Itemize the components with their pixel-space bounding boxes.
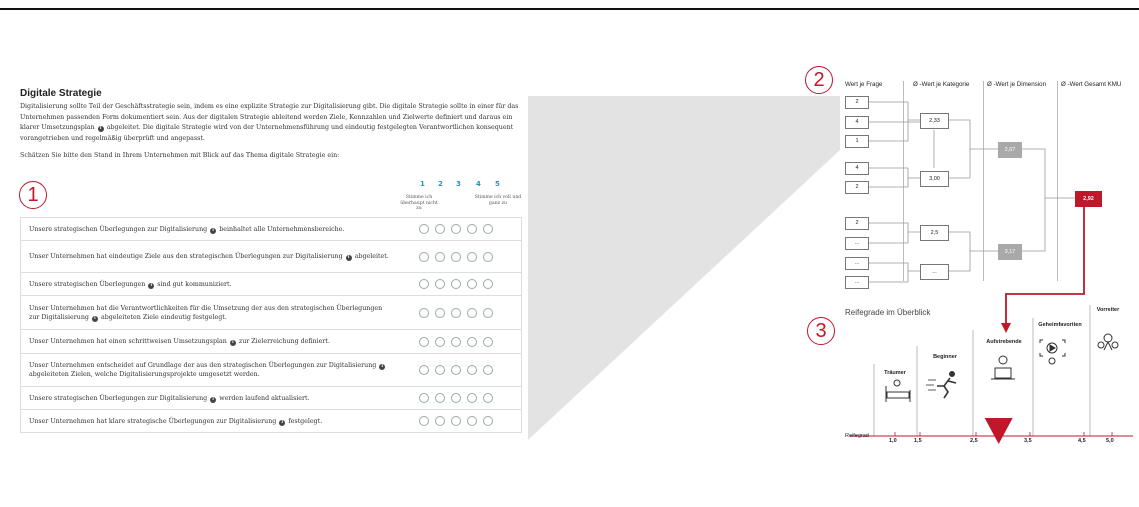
level-label: Beginner [933,354,957,360]
runner-icon [926,370,957,399]
level-label: Geheimfavoriten [1038,322,1082,328]
axis-label: Reifegrad [845,433,869,439]
rocket-team-icon [1097,333,1119,351]
level-label: Aufstrebende [986,339,1022,345]
level-label: Träumer [884,370,906,376]
level-label: Vorreiter [1096,307,1120,313]
axis-tick: 1,0 [889,438,897,444]
laptop-person-icon [991,355,1015,380]
axis-tick: 4,5 [1078,438,1086,444]
axis-tick: 5,0 [1106,438,1114,444]
play-target-icon [1039,339,1066,365]
bed-icon [885,379,911,402]
maturity-staircase [850,305,1133,444]
axis-tick: 2,5 [970,438,978,444]
maturity-marker [984,418,1013,444]
axis-tick: 3,5 [1024,438,1032,444]
axis-tick: 1,5 [914,438,922,444]
